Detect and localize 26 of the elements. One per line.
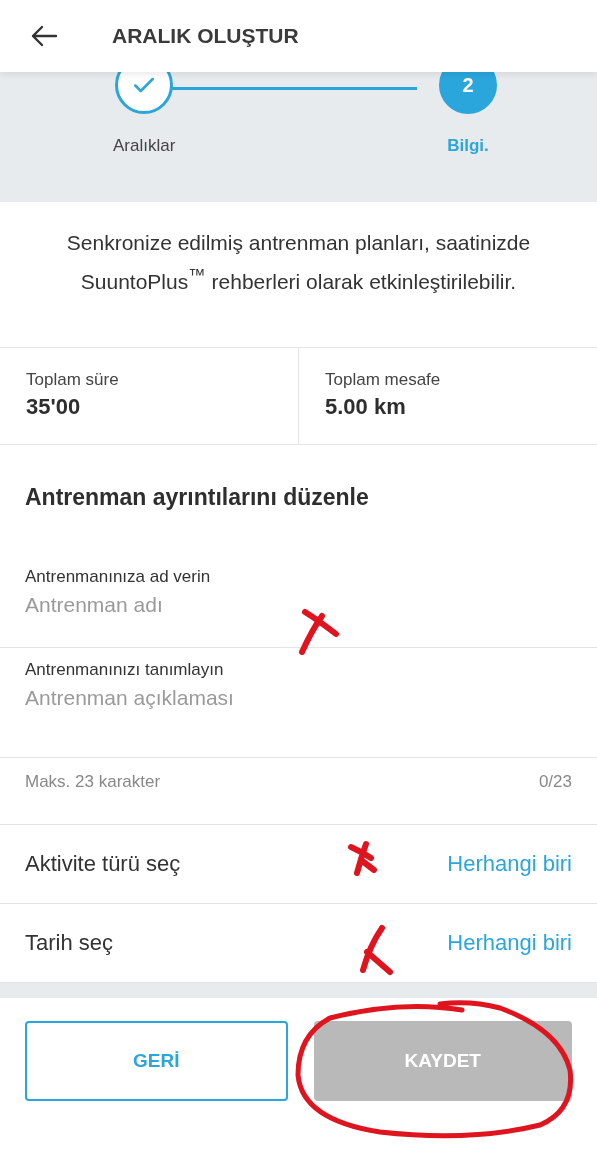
screen-title: ARALIK OLUŞTUR: [112, 24, 299, 48]
stat-value: 35'00: [26, 394, 82, 420]
intro-text: Senkronize edilmiş antrenman planları, saatinizde SuuntoPlus$^{™}$ rehberleri olarak etkinleştirilebilir.: [0, 202, 597, 348]
option-label: Tarih seç: [25, 930, 114, 956]
cross-annotation: [360, 925, 393, 975]
field-label: Antrenmanınıza ad verin: [25, 567, 212, 587]
stat-label: Toplam süre: [26, 370, 120, 390]
cross-annotation: [299, 609, 339, 655]
action-button[interactable]: GERİ: [25, 1021, 288, 1101]
option-label: Aktivite türü seç: [25, 851, 181, 877]
step-label: Aralıklar: [113, 136, 176, 156]
back-arrow-icon[interactable]: [30, 24, 58, 48]
option-value[interactable]: Herhangi biri: [447, 851, 572, 877]
character-count: 0/23: [538, 772, 572, 793]
option-value[interactable]: Herhangi biri: [447, 930, 572, 956]
field-label: Antrenmanınızı tanımlayın: [25, 660, 225, 680]
cross-annotation: [348, 841, 377, 876]
step-indicator: 2: [439, 72, 497, 114]
stat-value: 5.00 km: [325, 394, 407, 420]
step-label: Bilgi.: [447, 136, 489, 156]
stat-label: Toplam mesafe: [325, 370, 442, 390]
input-field[interactable]: Antrenman adı: [25, 593, 572, 617]
option-row[interactable]: Aktivite türü seç Herhangi biri: [0, 825, 597, 904]
section-title: Antrenman ayrıntılarını düzenle: [24, 483, 370, 512]
input-field[interactable]: Antrenman açıklaması: [25, 686, 572, 710]
hint-text: Maks. 23 karakter: [25, 772, 161, 793]
